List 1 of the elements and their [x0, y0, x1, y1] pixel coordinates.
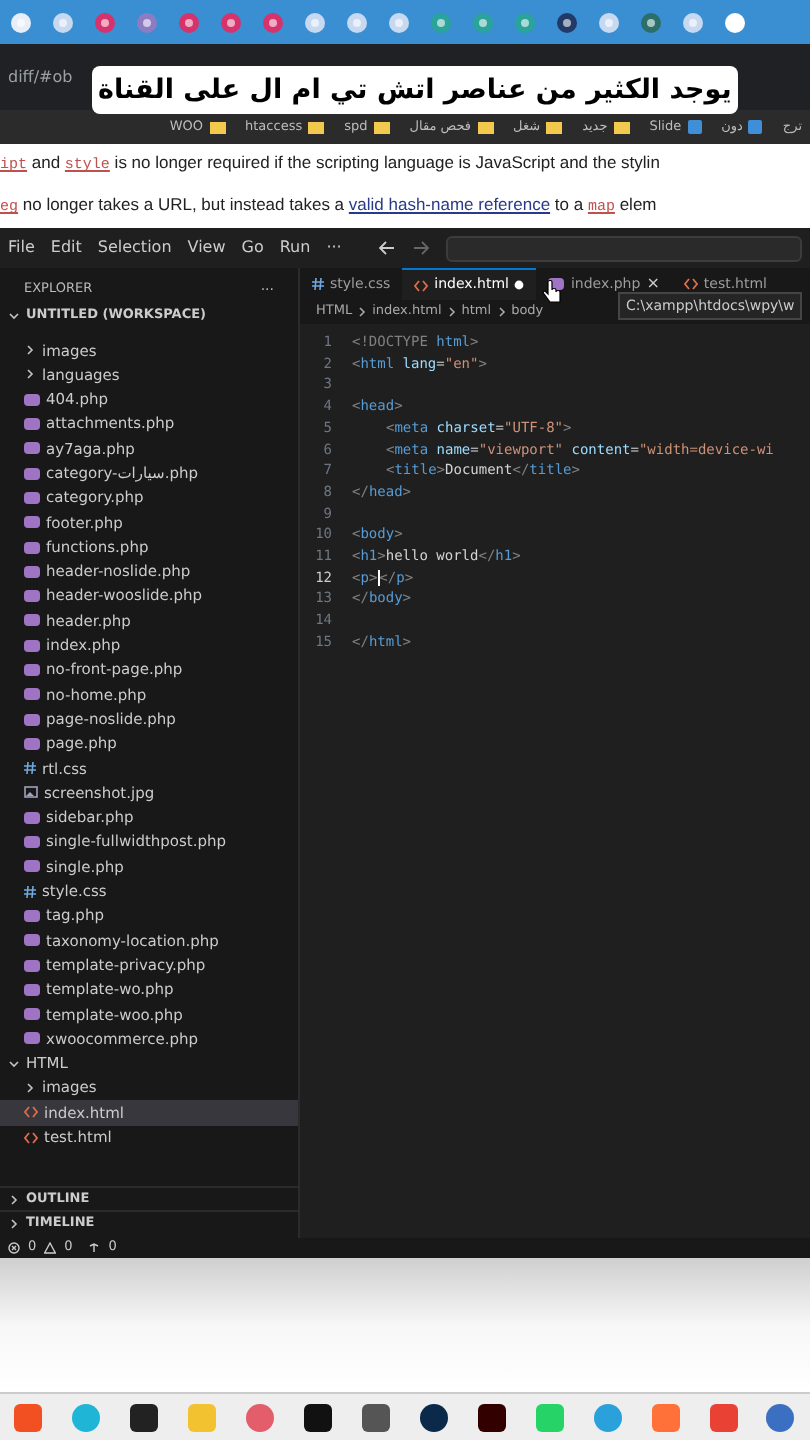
video-caption: يوجد الكثير من عناصر اتش تي ام ال على القناة	[92, 66, 738, 114]
